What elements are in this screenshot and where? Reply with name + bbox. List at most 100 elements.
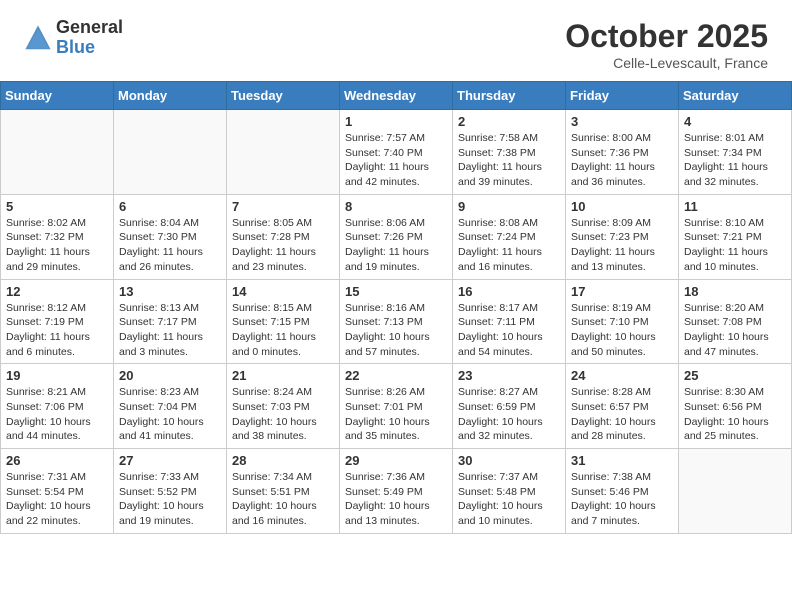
day-cell-26: 26Sunrise: 7:31 AMSunset: 5:54 PMDayligh… — [1, 449, 114, 534]
day-cell-9: 9 Sunrise: 8:08 AMSunset: 7:24 PMDaylight… — [453, 194, 566, 279]
location: Celle-Levescault, France — [565, 55, 768, 71]
day-number: 25 — [684, 368, 786, 383]
day-cell-2: 2 Sunrise: 7:58 AMSunset: 7:38 PMDaylight… — [453, 110, 566, 195]
day-number: 7 — [232, 199, 334, 214]
month-title: October 2025 — [565, 18, 768, 55]
day-info: Sunrise: 8:23 AMSunset: 7:04 PMDaylight:… — [119, 385, 221, 444]
logo-blue: Blue — [56, 38, 123, 58]
day-cell-7: 7 Sunrise: 8:05 AMSunset: 7:28 PMDaylight… — [227, 194, 340, 279]
day-info: Sunrise: 8:10 AMSunset: 7:21 PMDaylight:… — [684, 216, 786, 275]
day-cell-27: 27 Sunrise: 7:33 AMSunset: 5:52 PMDayligh… — [114, 449, 227, 534]
day-info: Sunrise: 8:27 AMSunset: 6:59 PMDaylight:… — [458, 385, 560, 444]
day-cell-8: 8 Sunrise: 8:06 AMSunset: 7:26 PMDaylight… — [340, 194, 453, 279]
day-info: Sunrise: 7:37 AMSunset: 5:48 PMDaylight:… — [458, 470, 560, 529]
day-number: 10 — [571, 199, 673, 214]
day-info: Sunrise: 8:20 AMSunset: 7:08 PMDaylight:… — [684, 301, 786, 360]
day-number: 8 — [345, 199, 447, 214]
empty-cell — [227, 110, 340, 195]
empty-cell — [1, 110, 114, 195]
day-info: Sunrise: 8:12 AMSunset: 7:19 PMDaylight:… — [6, 301, 108, 360]
day-number: 11 — [684, 199, 786, 214]
day-cell-24: 24Sunrise: 8:28 AMSunset: 6:57 PMDayligh… — [566, 364, 679, 449]
day-info: Sunrise: 8:21 AMSunset: 7:06 PMDaylight:… — [6, 385, 108, 444]
day-info: Sunrise: 8:17 AMSunset: 7:11 PMDaylight:… — [458, 301, 560, 360]
day-cell-11: 11 Sunrise: 8:10 AMSunset: 7:21 PMDayligh… — [679, 194, 792, 279]
day-info: Sunrise: 7:33 AMSunset: 5:52 PMDaylight:… — [119, 470, 221, 529]
day-info: Sunrise: 8:05 AMSunset: 7:28 PMDaylight:… — [232, 216, 334, 275]
day-cell-17: 17Sunrise: 8:19 AMSunset: 7:10 PMDayligh… — [566, 279, 679, 364]
day-info: Sunrise: 7:34 AMSunset: 5:51 PMDaylight:… — [232, 470, 334, 529]
day-number: 2 — [458, 114, 560, 129]
day-number: 18 — [684, 284, 786, 299]
day-cell-28: 28 Sunrise: 7:34 AMSunset: 5:51 PMDayligh… — [227, 449, 340, 534]
day-number: 27 — [119, 453, 221, 468]
day-info: Sunrise: 7:57 AMSunset: 7:40 PMDaylight:… — [345, 131, 447, 190]
day-cell-22: 22 Sunrise: 8:26 AMSunset: 7:01 PMDayligh… — [340, 364, 453, 449]
day-cell-29: 29Sunrise: 7:36 AMSunset: 5:49 PMDayligh… — [340, 449, 453, 534]
day-info: Sunrise: 8:19 AMSunset: 7:10 PMDaylight:… — [571, 301, 673, 360]
day-number: 21 — [232, 368, 334, 383]
day-number: 12 — [6, 284, 108, 299]
day-cell-14: 14 Sunrise: 8:15 AMSunset: 7:15 PMDayligh… — [227, 279, 340, 364]
day-number: 5 — [6, 199, 108, 214]
day-info: Sunrise: 8:26 AMSunset: 7:01 PMDaylight:… — [345, 385, 447, 444]
day-info: Sunrise: 8:13 AMSunset: 7:17 PMDaylight:… — [119, 301, 221, 360]
week-row-3: 19Sunrise: 8:21 AMSunset: 7:06 PMDayligh… — [1, 364, 792, 449]
weekday-header-thursday: Thursday — [453, 82, 566, 110]
day-number: 1 — [345, 114, 447, 129]
day-number: 3 — [571, 114, 673, 129]
day-cell-15: 15Sunrise: 8:16 AMSunset: 7:13 PMDayligh… — [340, 279, 453, 364]
day-number: 9 — [458, 199, 560, 214]
day-cell-16: 16 Sunrise: 8:17 AMSunset: 7:11 PMDayligh… — [453, 279, 566, 364]
day-cell-18: 18 Sunrise: 8:20 AMSunset: 7:08 PMDayligh… — [679, 279, 792, 364]
day-cell-5: 5 Sunrise: 8:02 AMSunset: 7:32 PMDaylight… — [1, 194, 114, 279]
day-number: 13 — [119, 284, 221, 299]
week-row-4: 26Sunrise: 7:31 AMSunset: 5:54 PMDayligh… — [1, 449, 792, 534]
day-cell-20: 20 Sunrise: 8:23 AMSunset: 7:04 PMDayligh… — [114, 364, 227, 449]
day-number: 23 — [458, 368, 560, 383]
empty-cell — [679, 449, 792, 534]
day-info: Sunrise: 7:31 AMSunset: 5:54 PMDaylight:… — [6, 470, 108, 529]
day-info: Sunrise: 8:08 AMSunset: 7:24 PMDaylight:… — [458, 216, 560, 275]
weekday-header-wednesday: Wednesday — [340, 82, 453, 110]
day-cell-19: 19Sunrise: 8:21 AMSunset: 7:06 PMDayligh… — [1, 364, 114, 449]
day-number: 14 — [232, 284, 334, 299]
day-number: 24 — [571, 368, 673, 383]
day-info: Sunrise: 8:15 AMSunset: 7:15 PMDaylight:… — [232, 301, 334, 360]
day-info: Sunrise: 8:30 AMSunset: 6:56 PMDaylight:… — [684, 385, 786, 444]
day-cell-4: 4 Sunrise: 8:01 AMSunset: 7:34 PMDaylight… — [679, 110, 792, 195]
day-info: Sunrise: 7:58 AMSunset: 7:38 PMDaylight:… — [458, 131, 560, 190]
day-number: 29 — [345, 453, 447, 468]
day-info: Sunrise: 8:09 AMSunset: 7:23 PMDaylight:… — [571, 216, 673, 275]
day-cell-30: 30Sunrise: 7:37 AMSunset: 5:48 PMDayligh… — [453, 449, 566, 534]
week-row-2: 12 Sunrise: 8:12 AMSunset: 7:19 PMDayligh… — [1, 279, 792, 364]
day-cell-25: 25 Sunrise: 8:30 AMSunset: 6:56 PMDayligh… — [679, 364, 792, 449]
logo: General Blue — [24, 18, 123, 58]
day-info: Sunrise: 8:02 AMSunset: 7:32 PMDaylight:… — [6, 216, 108, 275]
day-cell-13: 13 Sunrise: 8:13 AMSunset: 7:17 PMDayligh… — [114, 279, 227, 364]
day-info: Sunrise: 8:04 AMSunset: 7:30 PMDaylight:… — [119, 216, 221, 275]
day-cell-6: 6Sunrise: 8:04 AMSunset: 7:30 PMDaylight… — [114, 194, 227, 279]
logo-general: General — [56, 18, 123, 38]
day-number: 28 — [232, 453, 334, 468]
day-number: 22 — [345, 368, 447, 383]
calendar-table: SundayMondayTuesdayWednesdayThursdayFrid… — [0, 81, 792, 534]
weekday-header-saturday: Saturday — [679, 82, 792, 110]
day-info: Sunrise: 8:01 AMSunset: 7:34 PMDaylight:… — [684, 131, 786, 190]
day-info: Sunrise: 8:24 AMSunset: 7:03 PMDaylight:… — [232, 385, 334, 444]
weekday-header-sunday: Sunday — [1, 82, 114, 110]
day-cell-3: 3 Sunrise: 8:00 AMSunset: 7:36 PMDaylight… — [566, 110, 679, 195]
day-number: 4 — [684, 114, 786, 129]
day-cell-21: 21 Sunrise: 8:24 AMSunset: 7:03 PMDayligh… — [227, 364, 340, 449]
day-info: Sunrise: 8:00 AMSunset: 7:36 PMDaylight:… — [571, 131, 673, 190]
title-block: October 2025 Celle-Levescault, France — [565, 18, 768, 71]
day-info: Sunrise: 7:38 AMSunset: 5:46 PMDaylight:… — [571, 470, 673, 529]
day-number: 20 — [119, 368, 221, 383]
weekday-header-row: SundayMondayTuesdayWednesdayThursdayFrid… — [1, 82, 792, 110]
day-cell-1: 1 Sunrise: 7:57 AMSunset: 7:40 PMDaylight… — [340, 110, 453, 195]
day-info: Sunrise: 8:06 AMSunset: 7:26 PMDaylight:… — [345, 216, 447, 275]
day-cell-23: 23 Sunrise: 8:27 AMSunset: 6:59 PMDayligh… — [453, 364, 566, 449]
day-number: 16 — [458, 284, 560, 299]
header: General Blue October 2025 Celle-Levescau… — [0, 0, 792, 81]
weekday-header-friday: Friday — [566, 82, 679, 110]
